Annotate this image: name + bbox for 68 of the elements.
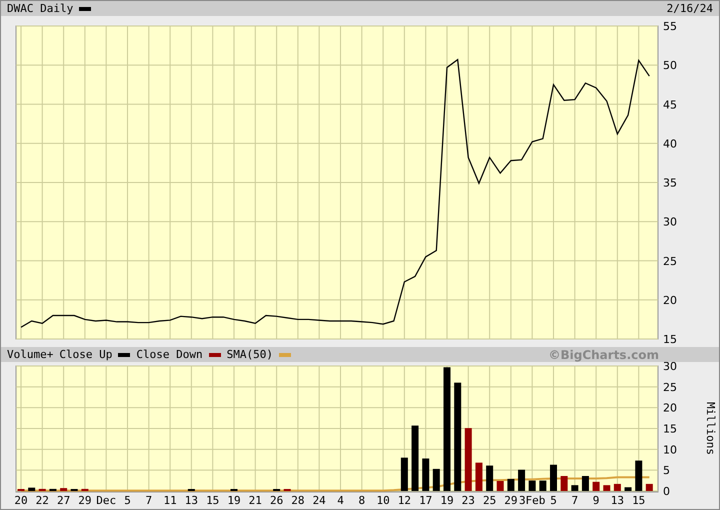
- date-label: 9: [592, 494, 600, 507]
- date-label: 15: [206, 494, 220, 507]
- volume-bar: [60, 488, 68, 491]
- legend-title: Volume+: [7, 348, 54, 361]
- volume-bar: [624, 487, 632, 491]
- date-label: 24: [312, 494, 326, 507]
- date-label: 12: [398, 494, 412, 507]
- date-label: 19: [440, 494, 454, 507]
- legend-label: Close Down: [136, 348, 203, 361]
- axis-tick-label: 35: [663, 176, 677, 190]
- volume-bar: [28, 488, 36, 491]
- volume-bar: [412, 426, 419, 491]
- date-label: 5: [124, 494, 131, 507]
- date-label: 13: [610, 494, 624, 507]
- date-label: 21: [248, 494, 262, 507]
- axis-tick-label: 0: [663, 485, 670, 498]
- volume-bar: [550, 464, 557, 491]
- volume-bar: [38, 488, 46, 491]
- date-label: 7: [571, 494, 578, 507]
- legend-label: SMA(50): [226, 348, 273, 361]
- date-label: 26: [270, 494, 284, 507]
- volume-bar: [635, 460, 642, 491]
- chart-date: 2/16/24: [666, 2, 713, 15]
- date-label: 23: [462, 494, 475, 507]
- date-label: 15: [632, 494, 646, 507]
- date-label: 5: [550, 494, 557, 507]
- chart-title: DWAC Daily: [7, 2, 74, 15]
- volume-bar: [422, 458, 430, 491]
- date-label: 27: [56, 494, 70, 507]
- volume-bar: [81, 488, 88, 491]
- axis-tick-label: 15: [663, 333, 677, 346]
- axis-tick-label: 15: [663, 422, 677, 436]
- date-label: 8: [358, 494, 366, 507]
- date-label: 4: [337, 494, 344, 507]
- date-label: 20: [14, 494, 28, 507]
- axis-tick-label: 25: [663, 254, 677, 268]
- date-label: 29: [78, 494, 92, 507]
- date-label: 10: [376, 494, 390, 507]
- legend-label: Close Up: [59, 348, 112, 361]
- copyright-text: ©BigCharts.com: [548, 348, 659, 362]
- date-label: 11: [163, 494, 177, 507]
- date-label: 17: [419, 494, 432, 507]
- axis-tick-label: 30: [663, 216, 677, 229]
- axis-tick-label: 45: [663, 98, 677, 112]
- axis-tick-label: 10: [663, 443, 677, 456]
- volume-bar: [486, 466, 494, 491]
- date-label: Dec: [96, 494, 116, 507]
- date-label: 13: [184, 494, 198, 507]
- axis-tick-label: 30: [663, 362, 677, 373]
- axis-tick-label: 20: [663, 402, 677, 415]
- volume-bar: [560, 476, 568, 491]
- date-label: 19: [227, 494, 241, 507]
- date-label: 7: [146, 494, 152, 507]
- date-label: 28: [291, 494, 305, 507]
- volume-bar: [49, 488, 56, 491]
- axis-title: Millions: [704, 402, 717, 455]
- axis-tick-label: 5: [663, 464, 670, 478]
- date-label: 3Feb: [518, 494, 546, 507]
- axis-tick-label: 50: [663, 59, 677, 72]
- axis-tick-label: 40: [663, 137, 677, 150]
- volume-bar: [518, 470, 526, 491]
- date-label: 22: [36, 494, 49, 507]
- axis-tick-label: 55: [663, 20, 677, 33]
- axis-tick-label: 25: [663, 380, 677, 394]
- volume-bar: [528, 480, 536, 491]
- date-label: 25: [482, 494, 496, 507]
- date-label: 29: [504, 494, 518, 507]
- axis-tick-label: 20: [663, 294, 677, 307]
